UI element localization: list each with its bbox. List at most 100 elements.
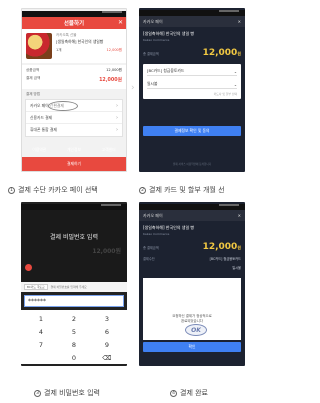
ok-icon: OK bbox=[185, 324, 207, 336]
ghost-amount: 12,000원 bbox=[92, 248, 121, 255]
key[interactable]: 0 bbox=[60, 354, 88, 362]
product-qty: 1개 bbox=[56, 48, 62, 52]
order-product: [생일축하해] 한국인의 생일 빵 bbox=[143, 225, 195, 230]
select-note: 카드사 및 할부 선택 bbox=[213, 92, 237, 96]
amount-row: 총 결제금액 12,000원 bbox=[139, 240, 245, 254]
amount-unit: 원 bbox=[237, 51, 241, 56]
numeric-keypad: 1 2 3 4 5 6 7 8 9 0 ⌫ bbox=[21, 310, 127, 364]
installment-select[interactable]: 일시불 ⌄ bbox=[147, 80, 237, 89]
price-totals: 상품금액 12,000원 결제 금액 12,000원 bbox=[22, 65, 126, 89]
kakaopay-title-bar: 카카오 페이 ✕ bbox=[139, 16, 245, 27]
complete-panel: 요청하신 결제가 정상적으로 완료되었습니다 OK bbox=[143, 278, 241, 340]
amount-row: 총 결제금액 12,000원 bbox=[139, 46, 245, 60]
product-summary: 카카오톡 선물 [생일축하해] 한국인의 생일빵 1개 12,000원 bbox=[22, 29, 126, 63]
caption-text: 결제 비밀번호 입력 bbox=[44, 389, 100, 397]
key[interactable]: 7 bbox=[27, 341, 55, 349]
key[interactable]: 9 bbox=[93, 341, 121, 349]
kakaopay-title-bar: 카카오 페이 ✕ bbox=[139, 210, 245, 221]
chevron-right-icon: › bbox=[116, 114, 118, 121]
card-value: [BC카드] 청금융토카드 bbox=[209, 257, 241, 261]
product-thumbnail bbox=[26, 33, 52, 59]
gift-title-bar: 선물하기 ✕ bbox=[22, 17, 126, 29]
subtotal-label: 상품금액 bbox=[26, 68, 40, 72]
footer-link[interactable]: 고객센터 bbox=[102, 147, 116, 153]
key[interactable]: 2 bbox=[60, 315, 88, 323]
key[interactable]: 5 bbox=[60, 328, 88, 336]
caption-text: 결제 완료 bbox=[180, 389, 208, 397]
key[interactable]: 6 bbox=[93, 328, 121, 336]
close-icon[interactable]: ✕ bbox=[238, 213, 241, 218]
method-kakaopay[interactable]: 카카오 페이 간편결제 › bbox=[26, 100, 122, 112]
card-select-panel: [BC카드] 청금융토카드 ⌄ 일시불 ⌄ 카드사 및 할부 선택 bbox=[143, 64, 241, 99]
button-label: 결제정보 확인 및 동의 bbox=[174, 128, 210, 133]
backspace-icon[interactable]: ⌫ bbox=[93, 354, 121, 362]
pin-input[interactable]: ****** bbox=[24, 295, 124, 307]
password-overlay: 결제 비밀번호 입력 12,000원 bbox=[21, 210, 127, 282]
chevron-down-icon: ⌄ bbox=[233, 68, 237, 74]
footer-link[interactable]: 이용약관 bbox=[32, 147, 46, 153]
password-title: 결제 비밀번호 입력 bbox=[50, 234, 98, 241]
amount-value: 12,000 bbox=[202, 242, 238, 252]
card-select[interactable]: [BC카드] 청금융토카드 ⌄ bbox=[147, 67, 237, 76]
checkout-footer[interactable]: 이용약관 개인정보 고객센터 결제하기 bbox=[22, 147, 126, 171]
screen-gift-checkout: 선물하기 ✕ 카카오톡 선물 [생일축하해] 한국인의 생일빵 1개 12,00… bbox=[21, 8, 127, 172]
method-credit-card[interactable]: 신용카드 결제 › bbox=[26, 112, 122, 124]
kakaopay-title: 카카오 페이 bbox=[143, 18, 163, 24]
close-icon[interactable]: ✕ bbox=[238, 19, 241, 24]
installment-value: 일시불 bbox=[147, 81, 158, 86]
terms-note: 결제 서비스 이용약관에 동의합니다 bbox=[172, 163, 212, 166]
method-mobile[interactable]: 휴대폰 통합 결제 › bbox=[26, 124, 122, 136]
chevron-right-icon: › bbox=[131, 83, 135, 93]
kakao-icon bbox=[25, 264, 32, 271]
brand-title: 선물하기 bbox=[63, 21, 85, 27]
screen-password-entry: 결제 비밀번호 입력 12,000원 BC카드 국토교 결제 비밀번호를 입력해… bbox=[21, 202, 127, 366]
amount-label: 총 결제금액 bbox=[143, 246, 159, 250]
step-number: 2 bbox=[139, 186, 146, 194]
confirm-agree-button[interactable]: 결제정보 확인 및 동의 bbox=[143, 126, 241, 136]
product-price: 12,000원 bbox=[106, 48, 122, 52]
payment-method-list: 카카오 페이 간편결제 › 신용카드 결제 › 휴대폰 통합 결제 › bbox=[25, 99, 123, 137]
screen-payment-complete: 카카오 페이 ✕ [생일축하해] 한국인의 생일 빵 Kakao Commerc… bbox=[139, 202, 245, 366]
installment-row: 일시불 bbox=[139, 263, 245, 272]
close-icon[interactable]: ✕ bbox=[118, 19, 123, 26]
chevron-right-icon: › bbox=[116, 127, 118, 133]
amount-label: 총 결제금액 bbox=[143, 52, 159, 56]
pin-info-bar: BC카드 국토교 결제 비밀번호를 입력해 주세요 bbox=[21, 282, 127, 292]
subtotal-value: 12,000원 bbox=[106, 68, 122, 72]
highlight-circle bbox=[48, 101, 78, 111]
footer-link[interactable]: 개인정보 bbox=[67, 147, 81, 153]
pay-amount-label: 결제 금액 bbox=[26, 76, 41, 80]
complete-confirm-button[interactable]: 확인 bbox=[143, 342, 241, 352]
method-label: 신용카드 결제 bbox=[30, 114, 53, 120]
key[interactable]: 3 bbox=[93, 315, 121, 323]
card-tag: BC카드 국토교 bbox=[24, 284, 48, 290]
card-value: [BC카드] 청금융토카드 bbox=[147, 68, 185, 73]
payment-method-title: 결제 방법 bbox=[26, 92, 40, 96]
screen-kakaopay-card-select: 카카오 페이 ✕ [생일축하해] 한국인의 생일 빵 Kakao Commerc… bbox=[139, 8, 245, 172]
installment-value: 일시불 bbox=[232, 266, 241, 270]
step-number: 3 bbox=[34, 389, 41, 397]
step-number: 4 bbox=[170, 389, 177, 397]
footer-links: 이용약관 개인정보 고객센터 bbox=[22, 147, 126, 153]
key[interactable]: 4 bbox=[27, 328, 55, 336]
amount-unit: 원 bbox=[237, 245, 241, 250]
key[interactable]: 8 bbox=[60, 341, 88, 349]
kakaopay-title: 카카오 페이 bbox=[143, 212, 163, 218]
caption-step-2: 2 결제 카드 및 할부 개월 선 bbox=[139, 185, 256, 195]
caption-step-1: 1 결제 수단 카카오 페이 선택 bbox=[8, 185, 98, 195]
order-product: [생일축하해] 한국인의 생일 빵 bbox=[143, 31, 195, 36]
caption-step-3: 3 결제 비밀번호 입력 bbox=[34, 388, 100, 398]
order-merchant: Kakao Commerce bbox=[143, 38, 170, 42]
chevron-down-icon: ⌄ bbox=[233, 81, 237, 87]
amount-value: 12,000 bbox=[202, 48, 238, 58]
order-merchant: Kakao Commerce bbox=[143, 232, 170, 236]
order-info: [생일축하해] 한국인의 생일 빵 Kakao Commerce bbox=[139, 27, 245, 46]
pay-amount-value: 12,000원 bbox=[99, 78, 122, 83]
method-label: 휴대폰 통합 결제 bbox=[30, 127, 57, 132]
product-category: 카카오톡 선물 bbox=[56, 33, 77, 37]
pay-button-label: 결제하기 bbox=[67, 161, 81, 166]
caption-text: 결제 카드 및 할부 개월 선 bbox=[149, 186, 225, 194]
pin-hint: 결제 비밀번호를 입력해 주세요 bbox=[50, 285, 87, 289]
key[interactable]: 1 bbox=[27, 315, 55, 323]
step-number: 1 bbox=[8, 186, 15, 194]
